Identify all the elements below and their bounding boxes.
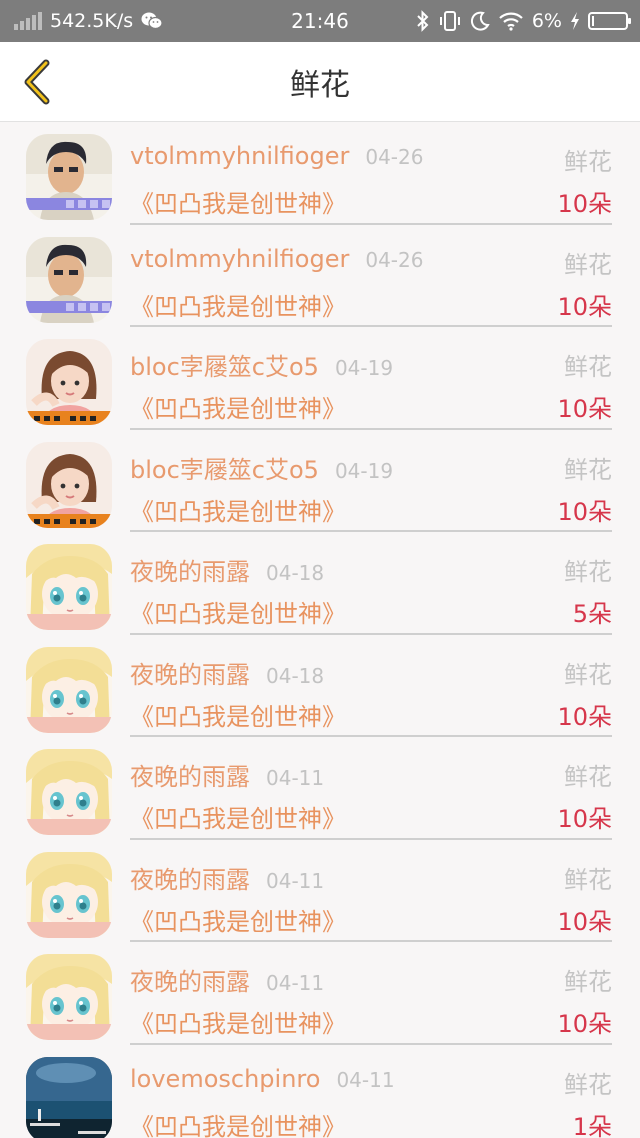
gift-date: 04-18 xyxy=(266,663,325,688)
gift-date: 04-11 xyxy=(336,1067,395,1092)
user-name: lovemoschpinro 04-11 xyxy=(130,1065,395,1093)
gift-date: 04-11 xyxy=(266,766,325,790)
gift-row[interactable]: 夜晚的雨露 04-18 鲜花《凹凸我是创世神》 5朵 xyxy=(0,532,640,635)
gift-count: 10朵 xyxy=(557,190,612,218)
user-avatar[interactable] xyxy=(26,339,112,425)
gift-date: 04-26 xyxy=(365,145,424,169)
book-title: 《凹凸我是创世神》 xyxy=(130,1112,346,1138)
user-avatar[interactable] xyxy=(26,646,112,733)
book-title: 《凹凸我是创世神》 xyxy=(130,395,346,423)
gift-count: 10朵 xyxy=(557,395,612,423)
gift-row[interactable]: 夜晚的雨露 04-18 鲜花《凹凸我是创世神》 10朵 xyxy=(0,635,640,737)
network-speed: 542.5K/s xyxy=(50,10,134,32)
gift-count: 10朵 xyxy=(557,907,612,936)
user-avatar[interactable] xyxy=(26,544,112,630)
user-name-text: lovemoschpinro xyxy=(130,1064,321,1093)
gift-row[interactable]: bloc孛屦筮c艾o5 04-19 鲜花《凹凸我是创世神》 10朵 xyxy=(0,327,640,430)
page-title: 鲜花 xyxy=(290,68,350,103)
gift-row[interactable]: 夜晚的雨露 04-11 鲜花《凹凸我是创世神》 10朵 xyxy=(0,840,640,942)
user-name: vtolmmyhnilfioger 04-26 xyxy=(130,245,423,273)
gift-count: 10朵 xyxy=(557,497,612,526)
user-avatar[interactable] xyxy=(26,954,112,1040)
user-name: 夜晚的雨露 04-11 xyxy=(130,962,324,997)
user-name: 夜晚的雨露 04-11 xyxy=(130,860,324,895)
user-avatar[interactable] xyxy=(26,1056,112,1138)
status-left: 542.5K/s xyxy=(14,0,163,42)
gift-row[interactable]: 夜晚的雨露 04-11 鲜花《凹凸我是创世神》 10朵 xyxy=(0,737,640,840)
gift-count: 5朵 xyxy=(572,600,612,628)
moon-icon xyxy=(470,11,490,31)
book-title: 《凹凸我是创世神》 xyxy=(130,600,346,628)
battery-percent: 6% xyxy=(531,10,562,32)
user-avatar[interactable] xyxy=(26,441,112,528)
user-name: vtolmmyhnilfioger 04-26 xyxy=(130,142,423,170)
gift-type: 鲜花 xyxy=(564,250,612,279)
user-avatar[interactable] xyxy=(26,134,112,220)
battery-icon xyxy=(588,12,631,30)
user-name: bloc孛屦筮c艾o5 04-19 xyxy=(130,450,393,485)
user-name-text: 夜晚的雨露 xyxy=(130,558,250,586)
gift-date: 04-11 xyxy=(266,971,325,995)
gift-count: 10朵 xyxy=(557,292,612,321)
gift-count: 10朵 xyxy=(557,805,612,833)
gift-row[interactable]: bloc孛屦筮c艾o5 04-19 鲜花《凹凸我是创世神》 10朵 xyxy=(0,430,640,532)
gift-type: 鲜花 xyxy=(564,763,612,791)
user-name: bloc孛屦筮c艾o5 04-19 xyxy=(130,347,393,382)
gift-type: 鲜花 xyxy=(564,968,612,996)
bluetooth-icon xyxy=(416,10,430,32)
user-name-text: bloc孛屦筮c艾o5 xyxy=(130,353,319,381)
gift-row[interactable]: 夜晚的雨露 04-11 鲜花《凹凸我是创世神》 10朵 xyxy=(0,942,640,1045)
gift-type: 鲜花 xyxy=(564,148,612,176)
gift-type: 鲜花 xyxy=(564,353,612,381)
book-title: 《凹凸我是创世神》 xyxy=(130,292,346,321)
gift-type: 鲜花 xyxy=(564,1070,612,1099)
user-name-text: bloc孛屦筮c艾o5 xyxy=(130,455,319,484)
book-title: 《凹凸我是创世神》 xyxy=(130,1010,346,1038)
user-name-text: 夜晚的雨露 xyxy=(130,968,250,996)
gift-date: 04-18 xyxy=(266,561,325,585)
user-name-text: 夜晚的雨露 xyxy=(130,865,250,894)
gift-count: 1朵 xyxy=(572,1112,612,1138)
gift-date: 04-11 xyxy=(266,868,325,893)
gift-date: 04-19 xyxy=(334,356,394,380)
gift-row[interactable]: lovemoschpinro 04-11 鲜花《凹凸我是创世神》 1朵 xyxy=(0,1045,640,1138)
user-avatar[interactable] xyxy=(26,236,112,323)
user-avatar[interactable] xyxy=(26,851,112,938)
nav-bar: 鲜花 xyxy=(0,42,640,122)
gift-date: 04-19 xyxy=(334,458,394,483)
gift-row[interactable]: vtolmmyhnilfioger 04-26 鲜花《凹凸我是创世神》 10朵 xyxy=(0,122,640,225)
gift-row[interactable]: vtolmmyhnilfioger 04-26 鲜花《凹凸我是创世神》 10朵 xyxy=(0,225,640,327)
user-name-text: vtolmmyhnilfioger xyxy=(130,244,350,273)
charging-icon xyxy=(570,11,580,31)
gift-type: 鲜花 xyxy=(564,660,612,689)
signal-icon xyxy=(14,12,42,30)
user-name: 夜晚的雨露 04-18 xyxy=(130,655,324,690)
gift-count: 10朵 xyxy=(557,702,612,731)
wifi-icon xyxy=(498,11,524,31)
user-avatar[interactable] xyxy=(26,749,112,835)
gift-type: 鲜花 xyxy=(564,558,612,586)
user-name-text: vtolmmyhnilfioger xyxy=(130,142,350,170)
gift-type: 鲜花 xyxy=(564,865,612,894)
book-title: 《凹凸我是创世神》 xyxy=(130,702,346,731)
user-name-text: 夜晚的雨露 xyxy=(130,763,250,791)
gift-date: 04-26 xyxy=(365,247,424,272)
status-bar: 542.5K/s 21:46 6% xyxy=(0,0,640,42)
chevron-left-icon xyxy=(24,59,50,105)
book-title: 《凹凸我是创世神》 xyxy=(130,907,346,936)
book-title: 《凹凸我是创世神》 xyxy=(130,497,346,526)
status-right: 6% xyxy=(416,0,631,42)
book-title: 《凹凸我是创世神》 xyxy=(130,805,346,833)
user-name: 夜晚的雨露 04-18 xyxy=(130,552,324,587)
vibrate-icon xyxy=(438,10,462,32)
user-name-text: 夜晚的雨露 xyxy=(130,660,250,689)
gift-count: 10朵 xyxy=(557,1010,612,1038)
gift-list: vtolmmyhnilfioger 04-26 鲜花 《凹凸我是创世神》 10朵 vto… xyxy=(0,122,640,1138)
gift-type: 鲜花 xyxy=(564,455,612,484)
back-button[interactable] xyxy=(14,58,58,106)
wechat-icon xyxy=(141,11,163,31)
user-name: 夜晚的雨露 04-11 xyxy=(130,757,324,792)
clock-time: 21:46 xyxy=(291,9,349,33)
book-title: 《凹凸我是创世神》 xyxy=(130,190,346,218)
